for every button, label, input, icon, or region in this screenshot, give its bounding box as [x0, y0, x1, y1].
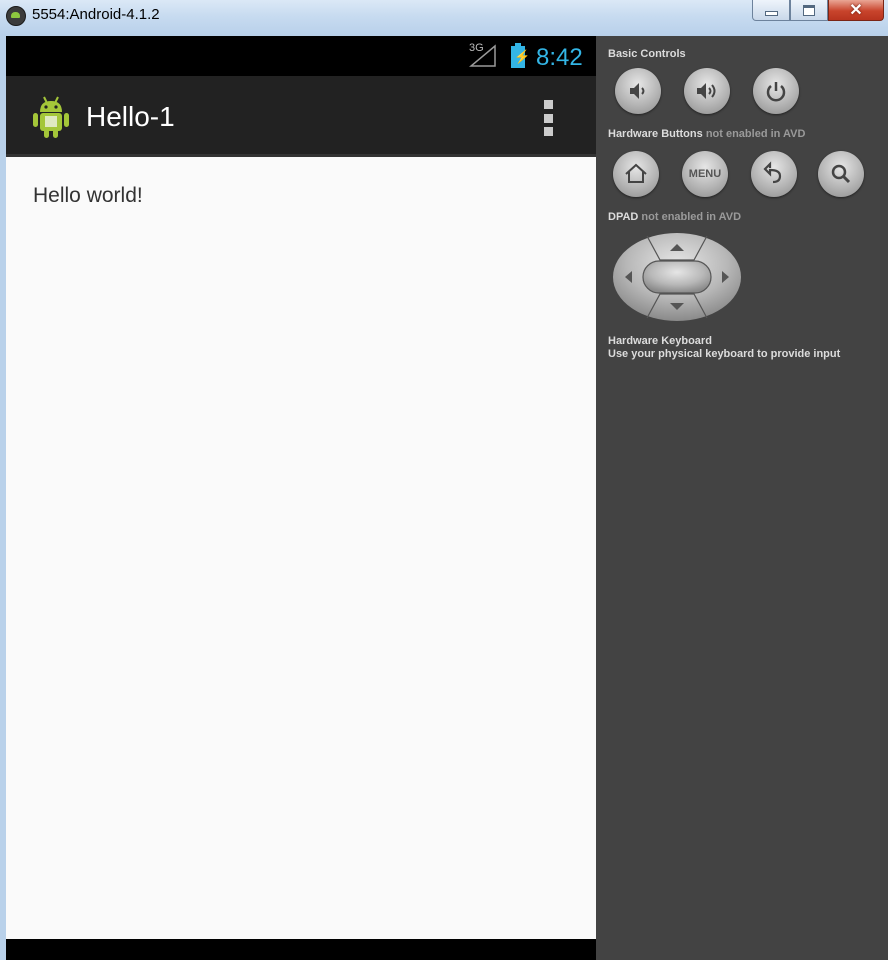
status-bar: 3G ⚡ 8:42 — [6, 36, 596, 76]
signal-icon — [469, 44, 496, 67]
close-icon: ✕ — [849, 2, 863, 19]
power-icon — [766, 82, 786, 102]
hardware-keyboard-info: Hardware Keyboard Use your physical keyb… — [608, 335, 840, 361]
app-title: Hello-1 — [86, 101, 175, 132]
home-icon — [625, 163, 647, 183]
volume-down-icon — [630, 83, 645, 99]
android-emulator-icon — [6, 6, 26, 26]
menu-button-label: MENU — [688, 168, 722, 180]
hardware-buttons-label: Hardware Buttons — [608, 128, 703, 140]
home-button[interactable] — [613, 151, 659, 197]
volume-up-button[interactable] — [684, 68, 730, 114]
keyboard-label: Hardware Keyboard — [608, 335, 712, 347]
hello-text: Hello world! — [33, 184, 143, 207]
volume-down-button[interactable] — [615, 68, 661, 114]
search-icon — [831, 164, 851, 184]
dpad-control[interactable] — [612, 232, 742, 322]
dpad-note: not enabled in AVD — [641, 211, 742, 223]
hardware-buttons-heading: Hardware Buttons not enabled in AVD — [608, 128, 805, 140]
close-button[interactable]: ✕ — [828, 0, 884, 21]
navigation-bar — [6, 939, 596, 960]
volume-up-icon — [697, 83, 716, 99]
keyboard-note: Use your physical keyboard to provide in… — [608, 348, 841, 360]
window-title: 5554:Android-4.1.2 — [32, 6, 160, 23]
device-screen[interactable]: 3G ⚡ 8:42 Hello-1 Hello world! — [6, 36, 596, 960]
window-titlebar[interactable]: 5554:Android-4.1.2 ✕ — [0, 0, 888, 36]
minimize-icon — [764, 10, 778, 16]
power-button[interactable] — [753, 68, 799, 114]
android-icon[interactable] — [32, 95, 70, 139]
hardware-buttons-note: not enabled in AVD — [705, 128, 806, 140]
dpad-heading: DPAD not enabled in AVD — [608, 211, 741, 223]
maximize-button[interactable] — [790, 0, 828, 21]
overflow-menu-icon[interactable] — [544, 100, 554, 136]
action-bar: Hello-1 — [6, 76, 596, 157]
menu-button[interactable]: MENU — [682, 151, 728, 197]
dpad-label: DPAD — [608, 211, 639, 223]
maximize-icon — [803, 4, 815, 16]
search-button[interactable] — [818, 151, 864, 197]
battery-charging-icon: ⚡ — [511, 43, 530, 68]
basic-controls-label: Basic Controls — [608, 48, 686, 60]
back-button[interactable] — [751, 151, 797, 197]
window-controls: ✕ — [752, 0, 884, 22]
back-icon — [763, 161, 782, 184]
status-time: 8:42 — [536, 44, 583, 71]
emulator-controls-panel: Basic Controls Hardware Buttons not enab… — [596, 36, 888, 960]
minimize-button[interactable] — [752, 0, 790, 21]
